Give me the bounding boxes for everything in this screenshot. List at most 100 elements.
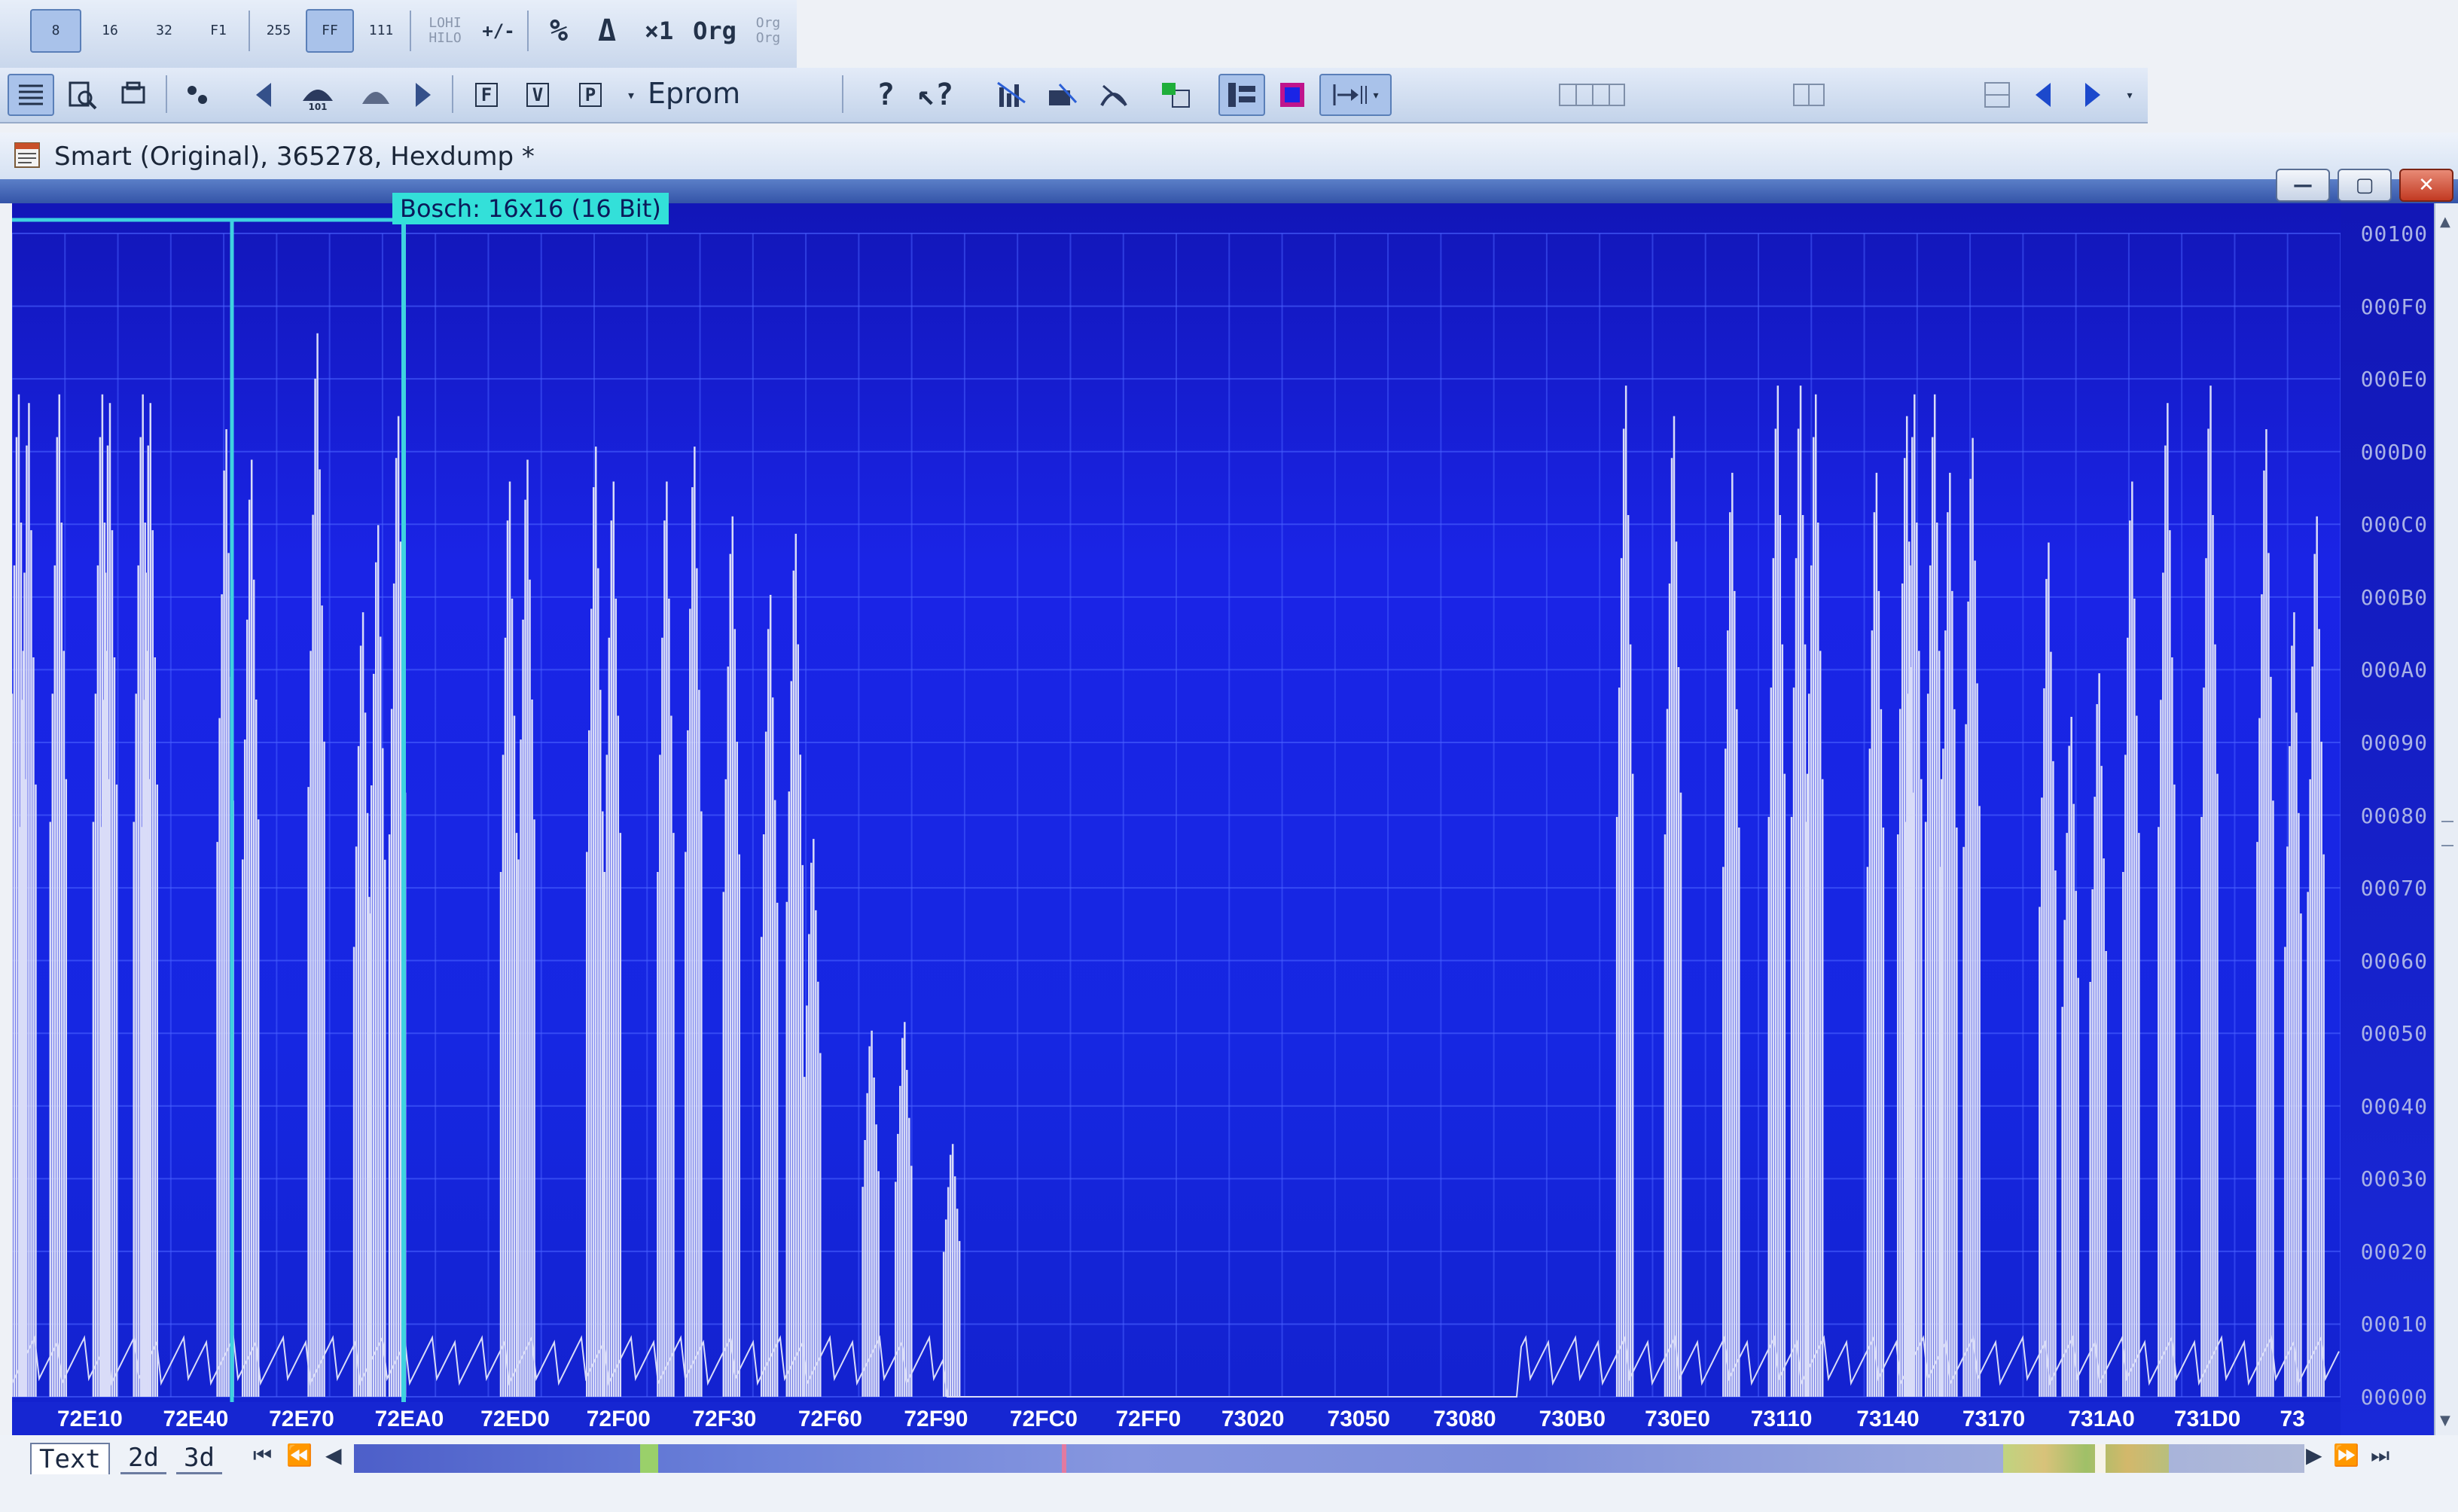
- maximize-button[interactable]: ▢: [2338, 169, 2392, 202]
- horizontal-scrollbar[interactable]: [354, 1444, 2304, 1473]
- y-tick-label: 000C0: [2360, 512, 2428, 538]
- fast-back-icon[interactable]: ⏪: [286, 1443, 313, 1468]
- separator: [842, 75, 843, 113]
- row-height-icon[interactable]: [1978, 74, 2017, 116]
- x-tick-label: 731A0: [2068, 1407, 2135, 1431]
- x-tick-label: 72F60: [797, 1407, 862, 1431]
- y-tick-label: 00050: [2360, 1021, 2428, 1047]
- binary-button[interactable]: 111: [357, 9, 405, 53]
- data-spike: [1615, 386, 1634, 1397]
- x-tick-label: 72E10: [57, 1407, 123, 1431]
- plot-area[interactable]: Bosch: 16x16 (16 Bit): [12, 193, 2341, 1402]
- context-help-icon[interactable]: ↖?: [911, 74, 959, 116]
- x-tick-label: 73: [2280, 1407, 2305, 1431]
- y-tick-label: 00060: [2360, 948, 2428, 974]
- top-toolbar: 8 16 32 F1 255 FF 111 LOHI HILO +/- % Δ …: [0, 0, 797, 69]
- x-tick-label: 72F30: [692, 1407, 757, 1431]
- v-button[interactable]: V: [517, 74, 559, 116]
- forward-arrow-icon[interactable]: [2074, 74, 2110, 116]
- original-compare-button[interactable]: Org Org: [744, 9, 792, 53]
- map-cut-icon[interactable]: [1090, 74, 1137, 116]
- back-icon[interactable]: ◀: [325, 1443, 342, 1468]
- first-page-icon[interactable]: ⏮: [253, 1443, 272, 1468]
- y-tick-label: 00040: [2360, 1093, 2428, 1119]
- tab-text[interactable]: Text: [30, 1443, 110, 1474]
- print-icon[interactable]: [110, 74, 157, 116]
- data-spike: [1962, 437, 1981, 1397]
- x-tick-label: 72EA0: [374, 1407, 444, 1431]
- hexdump-icon: [14, 142, 40, 168]
- x-tick-label: 72F90: [904, 1407, 968, 1431]
- color-icon[interactable]: [1271, 74, 1313, 116]
- map-search-icon[interactable]: 101: [286, 74, 349, 116]
- tools-icon[interactable]: [173, 74, 220, 116]
- minimize-button[interactable]: —: [2276, 169, 2330, 202]
- view-float-button[interactable]: F1: [193, 9, 244, 53]
- p-button[interactable]: P: [569, 74, 611, 116]
- percent-button[interactable]: %: [536, 9, 581, 53]
- view-16bit-button[interactable]: 16: [84, 9, 136, 53]
- tab-2d[interactable]: 2d: [120, 1443, 166, 1474]
- column-width-icon[interactable]: [1554, 74, 1630, 116]
- sign-button[interactable]: +/-: [476, 9, 521, 53]
- prev-map-icon[interactable]: [245, 74, 283, 116]
- chevron-down-icon[interactable]: ▾: [2115, 74, 2145, 116]
- delta-button[interactable]: Δ: [584, 9, 630, 53]
- f-button[interactable]: F: [465, 74, 508, 116]
- vertical-scrollbar[interactable]: ▲ ▼: [2434, 203, 2458, 1435]
- x-tick-label: 72FF0: [1115, 1407, 1182, 1431]
- chevron-down-icon[interactable]: ▾: [616, 74, 646, 116]
- mode-label: Eprom: [648, 77, 741, 110]
- tab-3d[interactable]: 3d: [176, 1443, 222, 1474]
- data-spike: [722, 516, 741, 1397]
- hex-button[interactable]: FF: [306, 9, 354, 53]
- last-page-icon[interactable]: ⏭: [2371, 1443, 2389, 1468]
- scroll-marker: [640, 1444, 658, 1473]
- scroll-thumb[interactable]: [2095, 1444, 2106, 1473]
- data-spike: [307, 333, 325, 1397]
- y-tick-label: 000F0: [2360, 294, 2428, 319]
- layout-icon[interactable]: [1218, 74, 1265, 116]
- x-tick-label: 72FC0: [1009, 1407, 1078, 1431]
- view-8bit-button[interactable]: 8: [30, 9, 81, 53]
- y-tick-label: 000E0: [2360, 367, 2428, 392]
- column-compare-icon[interactable]: [1789, 74, 1828, 116]
- map-edit-icon[interactable]: [1039, 74, 1086, 116]
- data-spike: [2039, 542, 2057, 1397]
- view-32bit-button[interactable]: 32: [139, 9, 190, 53]
- scroll-up-icon[interactable]: ▲: [2440, 214, 2450, 230]
- x-tick-label: 730B0: [1539, 1407, 1606, 1431]
- map-icon[interactable]: [352, 74, 399, 116]
- data-spike: [19, 403, 37, 1397]
- lohi-hilo-button[interactable]: LOHI HILO: [416, 9, 474, 53]
- data-spike: [804, 839, 822, 1397]
- y-tick-label: 00010: [2360, 1312, 2428, 1337]
- scroll-marker: [1062, 1444, 1066, 1473]
- document-titlebar: Smart (Original), 365278, Hexdump *: [0, 133, 2458, 181]
- map-tool-icon[interactable]: [988, 74, 1035, 116]
- x-tick-label: 73080: [1433, 1407, 1496, 1431]
- x-tick-label: 73140: [1856, 1407, 1920, 1431]
- back-arrow-icon[interactable]: [2026, 74, 2062, 116]
- original-button[interactable]: Org: [688, 9, 741, 53]
- next-map-icon[interactable]: [404, 74, 441, 116]
- width-dropdown[interactable]: ▾: [1319, 74, 1392, 116]
- separator: [410, 11, 411, 51]
- window-frame: [0, 179, 2458, 203]
- factor-button[interactable]: ×1: [633, 9, 685, 53]
- x-tick-label: 72E70: [269, 1407, 334, 1431]
- x-tick-label: 72F00: [586, 1407, 651, 1431]
- close-button[interactable]: ✕: [2399, 169, 2453, 202]
- import-icon[interactable]: [1152, 74, 1199, 116]
- search-icon[interactable]: [59, 74, 105, 116]
- forward-icon[interactable]: ▶: [2306, 1443, 2322, 1468]
- decimal-button[interactable]: 255: [255, 9, 303, 53]
- data-spike: [760, 594, 779, 1397]
- text-view-icon[interactable]: [8, 74, 54, 116]
- data-spike: [2158, 403, 2176, 1397]
- fast-forward-icon[interactable]: ⏩: [2333, 1443, 2359, 1468]
- help-icon[interactable]: ?: [865, 74, 907, 116]
- scroll-grip[interactable]: [2441, 821, 2453, 846]
- scroll-down-icon[interactable]: ▼: [2440, 1413, 2450, 1428]
- y-tick-label: 00030: [2360, 1166, 2428, 1192]
